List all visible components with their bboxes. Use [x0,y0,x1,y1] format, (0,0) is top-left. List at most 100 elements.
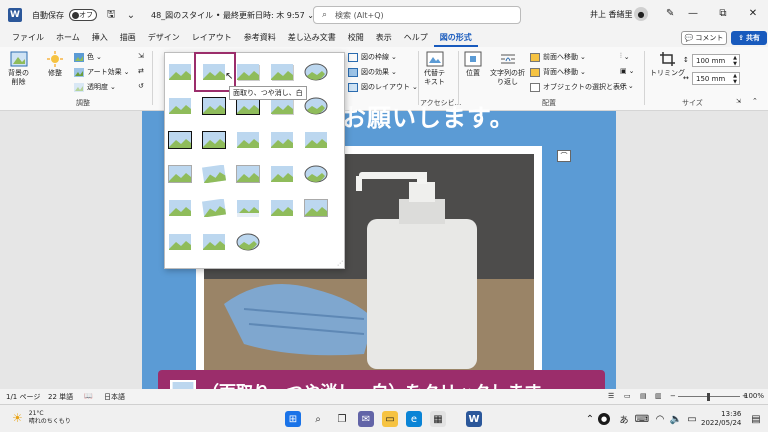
tab-file[interactable]: ファイル [6,30,50,47]
wrap-text-button[interactable]: 文字列の折 り返し [490,51,525,87]
comment-button[interactable]: 💬 コメント [681,31,727,45]
picture-style-thumbnail[interactable] [202,131,226,149]
zoom-level[interactable]: 100% [744,392,764,400]
tab-picture-format[interactable]: 図の形式 [433,30,478,47]
volume-icon[interactable]: 🔈 [668,411,684,427]
picture-style-thumbnail[interactable] [202,97,226,115]
store-icon[interactable]: ▦ [430,411,446,427]
picture-style-thumbnail[interactable] [304,63,328,81]
focus-mode-icon[interactable]: ☰ [608,392,614,400]
picture-style-thumbnail[interactable] [168,233,192,251]
zoom-out-icon[interactable]: − [670,392,676,400]
word-count[interactable]: 22 単語 [48,392,73,402]
picture-style-thumbnail[interactable] [236,199,260,217]
width-stepper-icon[interactable]: ▲ ▼ [733,73,737,85]
change-picture-button[interactable]: ⇄ [138,67,144,75]
corrections-button[interactable]: 修整 [46,51,64,78]
edge-icon[interactable]: e [406,411,422,427]
picture-style-thumbnail[interactable] [304,131,328,149]
remove-background-button[interactable]: 背景の 削除 [8,51,29,87]
alt-text-button[interactable]: 代替テ キスト [424,51,445,87]
picture-style-thumbnail[interactable] [270,63,294,81]
proofing-icon[interactable]: 📖 [84,392,93,400]
keyboard-icon[interactable]: ⌨ [634,411,650,427]
bring-forward-button[interactable]: 前面へ移動 ⌄ [530,52,586,62]
picture-style-thumbnail[interactable] [168,97,192,115]
tray-chevron-up-icon[interactable]: ⌃ [582,411,598,427]
tab-design[interactable]: デザイン [142,30,186,47]
picture-style-thumbnail[interactable] [236,165,260,183]
width-input[interactable]: 150 mm ▲ ▼ [692,72,740,85]
search-input[interactable]: ⌕ 検索 (Alt+Q) [313,6,521,24]
selection-pane-button[interactable]: オブジェクトの選択と表示 [530,82,627,92]
picture-style-thumbnail[interactable] [202,233,226,251]
layout-options-icon[interactable]: ⌒ [557,150,571,162]
tab-insert[interactable]: 挿入 [86,30,114,47]
tab-view[interactable]: 表示 [370,30,398,47]
document-title[interactable]: 48_図のスタイル • 最終更新日時: 木 9:57 ⌄ [151,10,314,21]
weather-widget[interactable]: ☀ 21°C 晴れのちくもり [12,410,71,426]
reset-picture-button[interactable]: ↺ [138,82,144,90]
close-icon[interactable]: ✕ [746,8,760,19]
height-stepper-icon[interactable]: ▲ ▼ [733,55,737,67]
transparency-button[interactable]: 透明度 ⌄ [74,82,116,92]
group-objects-button[interactable]: ▣ ⌄ [620,67,635,75]
tab-draw[interactable]: 描画 [114,30,142,47]
resize-grip-icon[interactable]: ⋰ [337,260,343,267]
pen-icon[interactable]: ✎ [666,8,674,19]
align-button[interactable]: ⫶ ⌄ [620,52,630,61]
print-layout-icon[interactable]: ▤ [640,392,647,400]
picture-style-thumbnail[interactable] [168,63,192,81]
minimize-icon[interactable]: — [686,8,700,19]
restore-icon[interactable]: ⧉ [716,8,730,19]
start-icon[interactable]: ⊞ [285,411,301,427]
artistic-effects-button[interactable]: アート効果 ⌄ [74,67,129,77]
share-button[interactable]: ⇪ 共有 [731,31,767,45]
ime-indicator[interactable]: あ [616,411,632,427]
picture-style-thumbnail[interactable] [168,131,192,149]
picture-style-thumbnail[interactable] [304,165,328,183]
app-tray-icon[interactable]: ● [598,413,610,425]
quick-access-dropdown-icon[interactable]: ⌄ [125,9,137,21]
size-dialog-launcher-icon[interactable]: ⇲ [736,98,741,105]
tab-mailings[interactable]: 差し込み文書 [282,30,342,47]
notification-icon[interactable]: ▤ [748,411,764,427]
picture-style-thumbnail[interactable] [270,131,294,149]
picture-style-thumbnail[interactable] [202,199,226,217]
picture-layout-button[interactable]: 図のレイアウト ⌄ [348,82,418,92]
picture-style-thumbnail[interactable] [168,165,192,183]
task-view-icon[interactable]: ❐ [334,411,350,427]
battery-icon[interactable]: ▭ [684,411,700,427]
page-count[interactable]: 1/1 ページ [6,392,40,402]
picture-border-button[interactable]: 図の枠線 ⌄ [348,52,397,62]
avatar-icon[interactable]: ● [634,7,648,21]
compress-pictures-button[interactable]: ⇲ [138,52,144,60]
position-button[interactable]: 位置 [464,51,482,78]
picture-style-thumbnail[interactable] [168,199,192,217]
file-explorer-icon[interactable]: ▭ [382,411,398,427]
picture-style-thumbnail[interactable] [236,233,260,251]
save-icon[interactable]: 🖫 [105,9,117,21]
tab-home[interactable]: ホーム [50,30,86,47]
word-taskbar-icon[interactable]: W [466,411,482,427]
search-icon[interactable]: ⌕ [310,411,326,427]
picture-style-thumbnail[interactable] [304,199,328,217]
picture-style-thumbnail[interactable] [270,199,294,217]
tab-help[interactable]: ヘルプ [398,30,434,47]
picture-style-thumbnail[interactable] [202,165,226,183]
picture-style-thumbnail[interactable] [304,97,328,115]
rotate-button[interactable]: ⟳ ⌄ [620,82,634,90]
read-mode-icon[interactable]: ▭ [624,392,631,400]
autosave-toggle[interactable]: オフ [69,9,97,21]
language-status[interactable]: 日本語 [104,392,125,402]
wifi-icon[interactable]: ◠ [652,411,668,427]
picture-style-thumbnail[interactable] [236,63,260,81]
height-input[interactable]: 100 mm ▲ ▼ [692,54,740,67]
picture-effects-button[interactable]: 図の効果 ⌄ [348,67,397,77]
system-clock[interactable]: 13:36 2022/05/24 [701,410,741,428]
user-name[interactable]: 井上 香緒里 [590,9,633,20]
picture-style-thumbnail[interactable] [270,165,294,183]
tab-references[interactable]: 参考資料 [238,30,282,47]
tab-layout[interactable]: レイアウト [186,30,238,47]
collapse-ribbon-icon[interactable]: ⌃ [752,97,758,105]
